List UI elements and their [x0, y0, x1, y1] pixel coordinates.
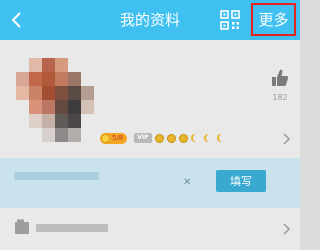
coin-icon — [101, 133, 110, 143]
sun-icon — [178, 133, 188, 143]
thumbs-up-icon — [272, 69, 289, 86]
sun-icon — [166, 133, 176, 143]
level-badge-text: 5/8 — [112, 133, 124, 142]
moon-icon — [219, 134, 227, 142]
profile-card[interactable]: 182 5/8 VIP — [0, 40, 300, 158]
sun-icon — [154, 133, 164, 143]
moon-icon — [193, 134, 201, 142]
profile-completion-banner: 填写 — [0, 158, 300, 208]
back-button[interactable] — [4, 8, 28, 32]
chevron-left-icon — [11, 12, 21, 28]
qr-code-icon — [220, 10, 240, 30]
more-button[interactable]: 更多 — [251, 3, 296, 36]
close-icon[interactable] — [183, 175, 195, 187]
list-item-text-redacted — [36, 224, 108, 232]
like-count: 182 — [272, 93, 288, 102]
top-nav-bar: 我的资料 更多 — [0, 0, 300, 40]
profile-chevron-right-icon — [282, 132, 292, 146]
like-button[interactable]: 182 — [266, 68, 294, 104]
list-item[interactable] — [0, 208, 300, 250]
level-badge: 5/8 — [100, 132, 128, 144]
qr-code-button[interactable] — [220, 10, 240, 30]
banner-text-redacted — [14, 172, 99, 180]
badge-row: 5/8 VIP — [100, 132, 227, 144]
fill-in-button[interactable]: 填写 — [216, 170, 266, 192]
folder-icon — [14, 218, 30, 236]
vip-badge: VIP — [134, 133, 152, 143]
moon-icon — [206, 134, 214, 142]
list-item-chevron-right-icon — [282, 222, 292, 236]
avatar[interactable] — [16, 58, 94, 142]
